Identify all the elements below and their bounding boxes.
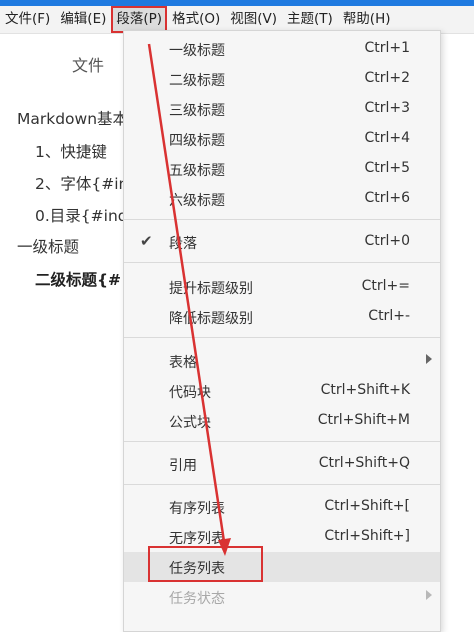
menu-item-label: 公式块 <box>169 415 211 431</box>
menu-item-shortcut: Ctrl+Shift+[ <box>324 498 410 514</box>
sidebar-tab-files[interactable]: 文件 <box>72 52 104 76</box>
menu-item-label: 引用 <box>169 458 197 474</box>
menu-item-heading-2[interactable]: 二级标题 Ctrl+2 <box>124 64 440 94</box>
menu-item-shortcut: Ctrl+3 <box>364 100 410 116</box>
menu-item-math-block[interactable]: 公式块 Ctrl+Shift+M <box>124 406 440 436</box>
menu-paragraph[interactable]: 段落(P) <box>111 6 168 33</box>
menu-item-shortcut: Ctrl+Shift+M <box>317 412 410 428</box>
menu-theme[interactable]: 主题(T) <box>282 6 338 33</box>
menu-item-shortcut: Ctrl+2 <box>364 70 410 86</box>
menu-item-shortcut: Ctrl+5 <box>364 160 410 176</box>
menu-item-label: 有序列表 <box>169 501 225 517</box>
menu-item-quote[interactable]: 引用 Ctrl+Shift+Q <box>124 449 440 479</box>
menu-item-shortcut: Ctrl+1 <box>364 40 410 56</box>
outline-item[interactable]: 0.目录{#ind <box>35 204 128 226</box>
menu-item-label: 五级标题 <box>169 163 225 179</box>
menu-item-shortcut: Ctrl+- <box>368 308 410 324</box>
menu-help[interactable]: 帮助(H) <box>338 6 396 33</box>
menu-separator <box>124 337 440 338</box>
menu-separator <box>124 262 440 263</box>
submenu-arrow-icon <box>426 590 432 600</box>
menu-item-label: 四级标题 <box>169 133 225 149</box>
outline-item[interactable]: 一级标题 <box>17 235 79 257</box>
outline-item[interactable]: 2、字体{#in <box>35 172 128 194</box>
menu-item-label: 任务列表 <box>169 561 225 577</box>
menu-item-task-status: 任务状态 <box>124 582 440 612</box>
menu-item-code-block[interactable]: 代码块 Ctrl+Shift+K <box>124 376 440 406</box>
menu-item-label: 一级标题 <box>169 43 225 59</box>
menu-item-shortcut: Ctrl+4 <box>364 130 410 146</box>
menu-file[interactable]: 文件(F) <box>0 6 55 33</box>
menu-item-shortcut: Ctrl+6 <box>364 190 410 206</box>
paragraph-dropdown-menu: 一级标题 Ctrl+1 二级标题 Ctrl+2 三级标题 Ctrl+3 四级标题… <box>123 30 441 632</box>
menu-item-table[interactable]: 表格 <box>124 346 440 376</box>
menu-item-label: 降低标题级别 <box>169 311 253 327</box>
outline-item[interactable]: 1、快捷键 <box>35 140 107 162</box>
menu-item-heading-5[interactable]: 五级标题 Ctrl+5 <box>124 154 440 184</box>
menu-item-demote-heading[interactable]: 降低标题级别 Ctrl+- <box>124 302 440 332</box>
menu-item-heading-1[interactable]: 一级标题 Ctrl+1 <box>124 34 440 64</box>
menu-item-shortcut: Ctrl+= <box>361 278 410 294</box>
menu-item-label: 任务状态 <box>169 591 225 607</box>
menu-item-promote-heading[interactable]: 提升标题级别 Ctrl+= <box>124 272 440 302</box>
menu-item-label: 无序列表 <box>169 531 225 547</box>
menu-item-ordered-list[interactable]: 有序列表 Ctrl+Shift+[ <box>124 492 440 522</box>
menu-separator <box>124 484 440 485</box>
menu-item-paragraph[interactable]: ✔ 段落 Ctrl+0 <box>124 227 440 257</box>
menu-item-label: 提升标题级别 <box>169 281 253 297</box>
menu-item-shortcut: Ctrl+Shift+K <box>320 382 410 398</box>
menu-separator <box>124 219 440 220</box>
menu-item-unordered-list[interactable]: 无序列表 Ctrl+Shift+] <box>124 522 440 552</box>
menu-item-label: 代码块 <box>169 385 211 401</box>
outline-item[interactable]: Markdown基本 <box>17 107 128 129</box>
menu-item-heading-6[interactable]: 六级标题 Ctrl+6 <box>124 184 440 214</box>
menu-item-heading-3[interactable]: 三级标题 Ctrl+3 <box>124 94 440 124</box>
menu-format[interactable]: 格式(O) <box>167 6 225 33</box>
menu-item-task-list[interactable]: 任务列表 <box>124 552 440 582</box>
menu-item-label: 段落 <box>169 236 197 252</box>
menu-item-heading-4[interactable]: 四级标题 Ctrl+4 <box>124 124 440 154</box>
outline-item-active[interactable]: 二级标题{# <box>35 268 121 290</box>
menu-item-label: 二级标题 <box>169 73 225 89</box>
menu-view[interactable]: 视图(V) <box>225 6 282 33</box>
menu-item-shortcut: Ctrl+0 <box>364 233 410 249</box>
menu-item-shortcut: Ctrl+Shift+Q <box>318 455 410 471</box>
checkmark-icon: ✔ <box>140 232 153 250</box>
menu-item-shortcut: Ctrl+Shift+] <box>324 528 410 544</box>
menu-edit[interactable]: 编辑(E) <box>55 6 111 33</box>
menu-item-label: 六级标题 <box>169 193 225 209</box>
sidebar: 文件 Markdown基本 1、快捷键 2、字体{#in 0.目录{#ind 一… <box>0 34 128 620</box>
menu-item-label: 三级标题 <box>169 103 225 119</box>
menu-separator <box>124 441 440 442</box>
submenu-arrow-icon <box>426 354 432 364</box>
menu-item-label: 表格 <box>169 355 197 371</box>
